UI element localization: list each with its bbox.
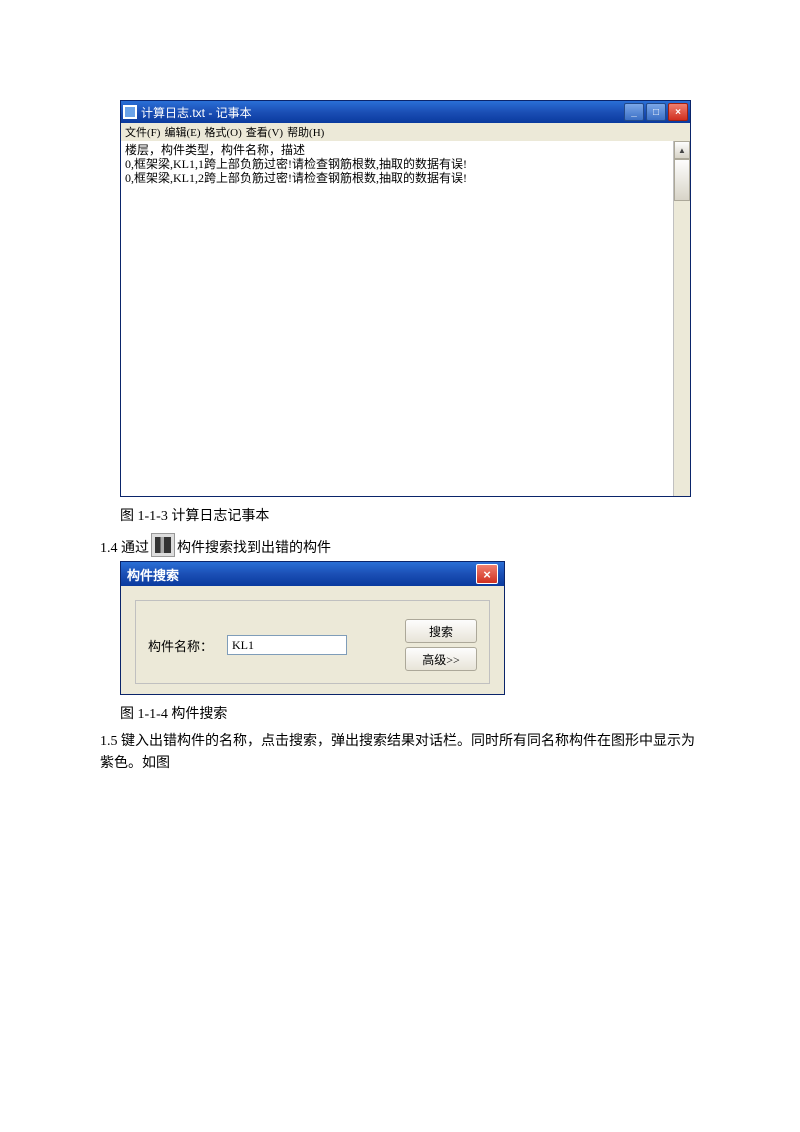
menu-edit[interactable]: 编辑(E) [164,124,200,140]
menu-view[interactable]: 查看(V) [246,124,283,140]
dialog-titlebar[interactable]: 构件搜索 × [121,562,504,586]
notepad-icon [123,105,137,119]
scroll-thumb[interactable] [674,159,690,201]
paragraph-1-4: 1.4 通过 构件搜索找到出错的构件 [100,533,700,557]
maximize-button[interactable]: □ [646,103,666,121]
dialog-group: 构件名称： 搜索 高级>> [135,600,490,684]
text-after-icon: 构件搜索找到出错的构件 [177,537,331,557]
search-button[interactable]: 搜索 [405,619,477,643]
notepad-window: 计算日志.txt - 记事本 _ □ × 文件(F) 编辑(E) 格式(O) 查… [120,100,691,497]
menu-file[interactable]: 文件(F) [125,124,160,140]
scrollbar[interactable]: ▲ [673,141,690,496]
search-dialog: 构件搜索 × 构件名称： 搜索 高级>> [120,561,505,695]
menu-format[interactable]: 格式(O) [205,124,242,140]
binoculars-icon [151,533,175,557]
dialog-close-button[interactable]: × [476,564,498,584]
notepad-menubar: 文件(F) 编辑(E) 格式(O) 查看(V) 帮助(H) [121,123,690,141]
paragraph-1-5: 1.5 键入出错构件的名称，点击搜索，弹出搜索结果对话栏。同时所有同名称构件在图… [100,731,700,775]
figure-caption-2: 图 1-1-4 构件搜索 [120,703,700,723]
scroll-up-icon[interactable]: ▲ [674,141,690,159]
notepad-titlebar[interactable]: 计算日志.txt - 记事本 _ □ × [121,101,690,123]
minimize-button[interactable]: _ [624,103,644,121]
notepad-title: 计算日志.txt - 记事本 [141,104,624,121]
advanced-button[interactable]: 高级>> [405,647,477,671]
notepad-text[interactable]: 楼层，构件类型，构件名称，描述 0,框架梁,KL1,1跨上部负筋过密!请检查钢筋… [121,141,673,496]
name-label: 构件名称： [148,636,213,655]
menu-help[interactable]: 帮助(H) [287,124,324,140]
dialog-title: 构件搜索 [127,565,476,584]
text-before-icon: 1.4 通过 [100,537,149,557]
close-button[interactable]: × [668,103,688,121]
name-input[interactable] [227,635,347,655]
figure-caption-1: 图 1-1-3 计算日志记事本 [120,505,700,525]
